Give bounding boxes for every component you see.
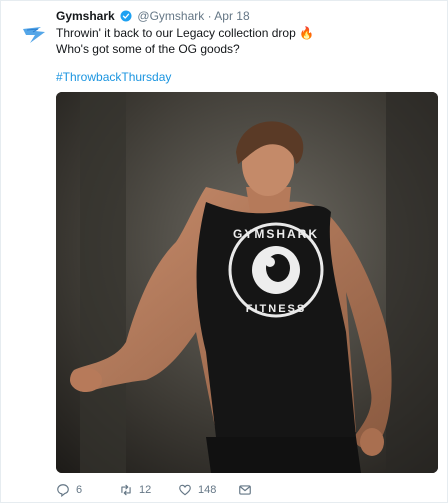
reply-icon: [57, 484, 69, 497]
tweet-text-line-2: Who's got some of the OG goods?: [56, 42, 240, 56]
retweet-icon: [121, 484, 131, 496]
avatar[interactable]: [10, 9, 58, 57]
author-handle[interactable]: @Gymshark: [137, 9, 204, 23]
shirt-text-bottom: FITNESS: [246, 303, 306, 315]
tweet-text: Throwin' it back to our Legacy collectio…: [56, 25, 436, 57]
tweet-header: Gymshark @Gymshark · Apr 18: [56, 8, 250, 24]
separator-dot: ·: [207, 9, 212, 23]
verified-badge-icon: [120, 10, 132, 22]
tweet-media-photo[interactable]: GYMSHARK FITNESS: [56, 92, 438, 473]
shirt-text-top: GYMSHARK: [233, 227, 319, 241]
envelope-icon: [239, 485, 251, 495]
heart-icon: [179, 484, 191, 496]
photo-illustration: GYMSHARK FITNESS: [56, 92, 438, 473]
reply-count: 6: [76, 484, 83, 496]
tweet-date[interactable]: Apr 18: [214, 9, 249, 23]
hashtag-link[interactable]: #ThrowbackThursday: [56, 69, 171, 85]
direct-message-button[interactable]: [238, 482, 252, 498]
retweet-button[interactable]: 12: [119, 482, 151, 498]
tweet-text-line-1: Throwin' it back to our Legacy collectio…: [56, 26, 315, 40]
like-count: 148: [198, 484, 217, 496]
reply-button[interactable]: 6: [56, 482, 82, 498]
tweet-actions: 6 12 148: [56, 482, 356, 498]
gymshark-logo-icon: [23, 27, 45, 43]
tweet-card[interactable]: Gymshark @Gymshark · Apr 18 Throwin' it …: [0, 0, 448, 503]
like-button[interactable]: 148: [178, 482, 216, 498]
retweet-count: 12: [139, 484, 152, 496]
author-name[interactable]: Gymshark: [56, 9, 115, 23]
